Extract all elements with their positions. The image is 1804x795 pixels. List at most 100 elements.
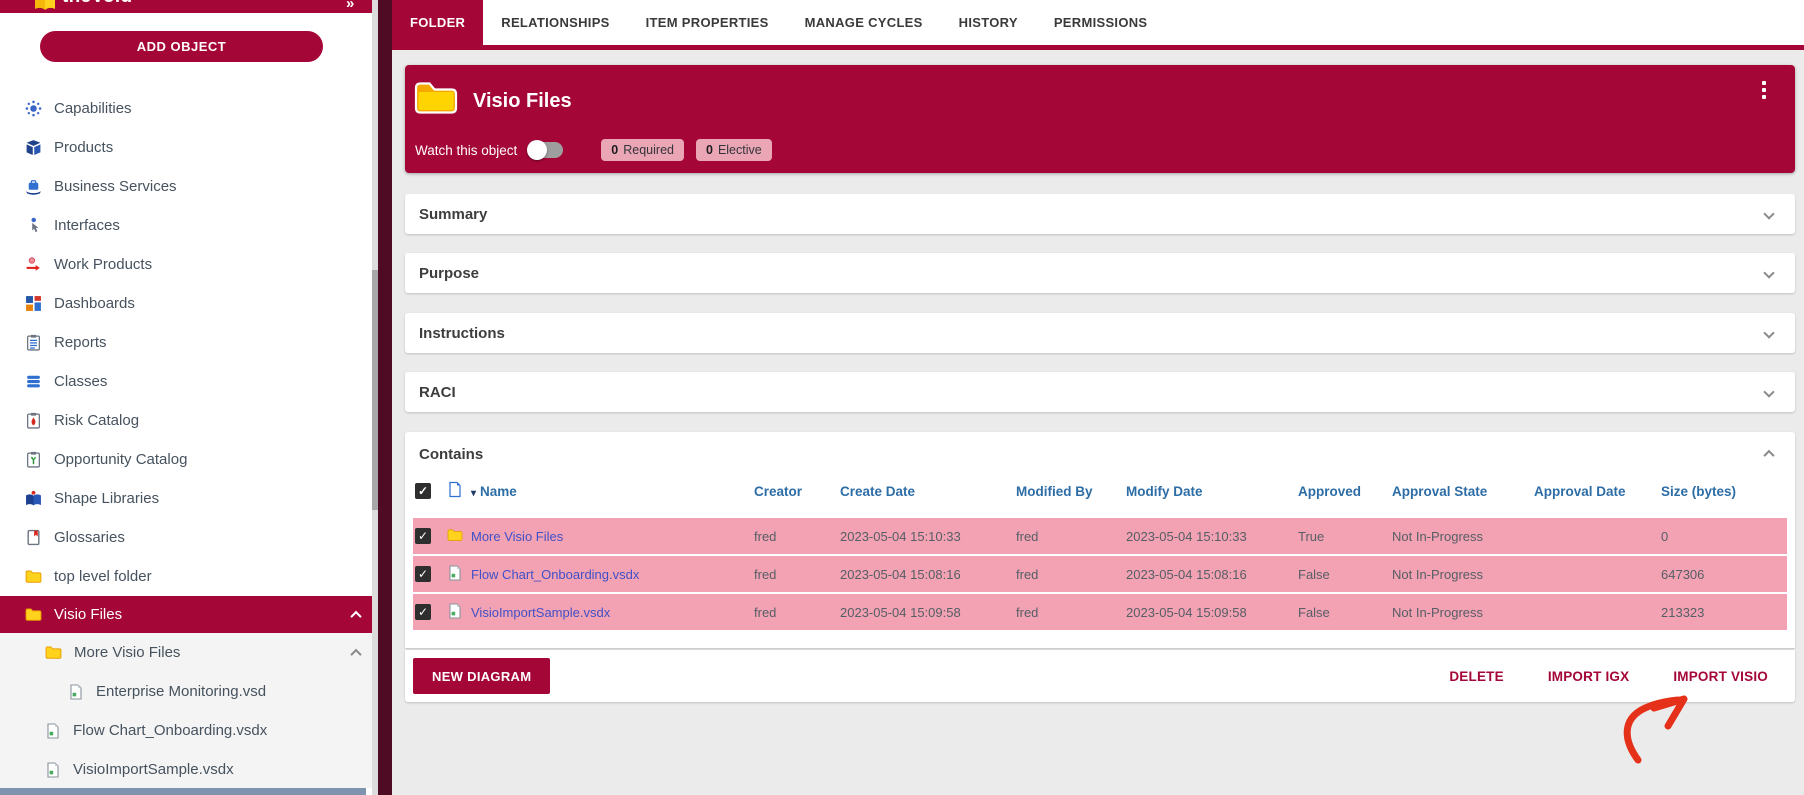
tab-history[interactable]: HISTORY <box>941 0 1036 45</box>
section-instructions[interactable]: Instructions <box>405 313 1795 353</box>
capabilities-icon <box>25 100 42 117</box>
sidebar-item-shape-libraries[interactable]: Shape Libraries <box>0 479 366 518</box>
sidebar-collapse-icon[interactable]: » <box>346 0 354 12</box>
sidebar-item-label: More Visio Files <box>74 644 180 661</box>
sidebar-item-flow-chart-onboarding[interactable]: Flow Chart_Onboarding.vsdx <box>0 711 372 750</box>
sidebar-item-label: Flow Chart_Onboarding.vsdx <box>73 722 267 739</box>
vsdx-file-icon <box>45 723 61 739</box>
add-object-button[interactable]: ADD OBJECT <box>40 31 323 62</box>
row-checkbox[interactable]: ✓ <box>415 566 431 582</box>
section-contains: Contains ✓ ▾Name Creator Create Date Mod… <box>405 432 1795 648</box>
sidebar-horizontal-scrollbar[interactable] <box>0 788 366 795</box>
chevron-down-icon <box>1763 327 1774 338</box>
cell-create-date: 2023-05-04 15:08:16 <box>840 567 1016 582</box>
cell-modified-by: fred <box>1016 567 1126 582</box>
sidebar-item-capabilities[interactable]: Capabilities <box>0 89 366 128</box>
sidebar-item-products[interactable]: Products <box>0 128 366 167</box>
sidebar-item-more-visio-files[interactable]: More Visio Files <box>0 633 372 672</box>
app-logo-text: theVoid <box>62 0 132 8</box>
contains-header[interactable]: Contains <box>413 432 1787 476</box>
section-title: Contains <box>419 446 483 463</box>
cell-modified-by: fred <box>1016 605 1126 620</box>
table-row[interactable]: ✓ Flow Chart_Onboarding.vsdx fred 2023-0… <box>413 556 1787 592</box>
new-diagram-button[interactable]: NEW DIAGRAM <box>413 658 550 694</box>
chevron-up-icon <box>350 648 361 659</box>
sidebar-item-dashboards[interactable]: Dashboards <box>0 284 366 323</box>
table-row[interactable]: ✓ VisioImportSample.vsdx fred 2023-05-04… <box>413 594 1787 630</box>
work-products-icon <box>25 256 42 273</box>
sidebar-item-classes[interactable]: Classes <box>0 362 366 401</box>
sidebar-item-visio-files-selected[interactable]: Visio Files <box>0 596 372 633</box>
sidebar-item-label: Shape Libraries <box>54 490 159 507</box>
vsdx-file-icon <box>447 603 463 619</box>
sidebar-item-label: Enterprise Monitoring.vsd <box>96 683 266 700</box>
object-header-card: Visio Files Watch this object 0 Required… <box>405 65 1795 173</box>
sidebar-item-reports[interactable]: Reports <box>0 323 366 362</box>
sidebar-item-top-level-folder[interactable]: top level folder <box>0 557 366 596</box>
cell-approved: True <box>1298 529 1392 544</box>
sidebar-item-opportunity-catalog[interactable]: Opportunity Catalog <box>0 440 366 479</box>
sidebar-item-label: Products <box>54 139 113 156</box>
section-title: Summary <box>419 206 487 223</box>
sidebar-item-label: VisioImportSample.vsdx <box>73 761 234 778</box>
elective-badge: 0 Elective <box>696 139 772 161</box>
cell-approved: False <box>1298 605 1392 620</box>
column-header-approval-state[interactable]: Approval State <box>1392 484 1534 499</box>
sidebar-subtree: More Visio Files Enterprise Monitoring.v… <box>0 633 372 788</box>
file-type-column-icon <box>447 481 463 498</box>
sort-caret-icon: ▾ <box>471 488 476 499</box>
select-all-checkbox[interactable]: ✓ <box>415 483 431 499</box>
sidebar-item-business-services[interactable]: Business Services <box>0 167 366 206</box>
row-name-link[interactable]: VisioImportSample.vsdx <box>471 605 754 620</box>
sidebar-item-label: Glossaries <box>54 529 125 546</box>
required-badge: 0 Required <box>601 139 684 161</box>
column-header-modified-by[interactable]: Modified By <box>1016 484 1126 499</box>
column-header-name[interactable]: ▾Name <box>471 484 754 499</box>
tab-permissions[interactable]: PERMISSIONS <box>1036 0 1166 45</box>
row-checkbox[interactable]: ✓ <box>415 528 431 544</box>
column-header-creator[interactable]: Creator <box>754 484 840 499</box>
tab-folder[interactable]: FOLDER <box>392 0 483 45</box>
chevron-down-icon <box>1763 208 1774 219</box>
column-header-approved[interactable]: Approved <box>1298 484 1392 499</box>
watch-toggle[interactable] <box>529 142 563 158</box>
row-checkbox[interactable]: ✓ <box>415 604 431 620</box>
watch-object-label: Watch this object <box>415 143 517 158</box>
cell-creator: fred <box>754 529 840 544</box>
section-summary[interactable]: Summary <box>405 194 1795 234</box>
dashboards-icon <box>25 295 42 312</box>
sidebar-item-interfaces[interactable]: Interfaces <box>0 206 366 245</box>
sidebar-item-glossaries[interactable]: Glossaries <box>0 518 366 557</box>
sidebar-divider <box>378 0 392 795</box>
column-header-approval-date[interactable]: Approval Date <box>1534 484 1661 499</box>
sidebar-item-work-products[interactable]: Work Products <box>0 245 366 284</box>
column-header-size[interactable]: Size (bytes) <box>1661 484 1787 499</box>
table-row[interactable]: ✓ More Visio Files fred 2023-05-04 15:10… <box>413 518 1787 554</box>
delete-button[interactable]: DELETE <box>1449 669 1503 684</box>
import-visio-button[interactable]: IMPORT VISIO <box>1673 669 1768 684</box>
row-name-link[interactable]: More Visio Files <box>471 529 754 544</box>
products-icon <box>25 139 42 156</box>
section-raci[interactable]: RACI <box>405 372 1795 412</box>
column-header-create-date[interactable]: Create Date <box>840 484 1016 499</box>
sidebar-item-enterprise-monitoring[interactable]: Enterprise Monitoring.vsd <box>0 672 372 711</box>
section-title: Instructions <box>419 325 505 342</box>
elective-label: Elective <box>718 143 762 157</box>
cell-modify-date: 2023-05-04 15:09:58 <box>1126 605 1298 620</box>
tab-item-properties[interactable]: ITEM PROPERTIES <box>628 0 787 45</box>
tab-bar: FOLDER RELATIONSHIPS ITEM PROPERTIES MAN… <box>392 0 1804 50</box>
sidebar-item-risk-catalog[interactable]: Risk Catalog <box>0 401 366 440</box>
kebab-menu-icon[interactable] <box>1759 78 1769 102</box>
section-purpose[interactable]: Purpose <box>405 253 1795 293</box>
sidebar-item-visioimportsample[interactable]: VisioImportSample.vsdx <box>0 750 372 789</box>
sidebar-item-label: Classes <box>54 373 107 390</box>
column-header-modify-date[interactable]: Modify Date <box>1126 484 1298 499</box>
chevron-up-icon <box>1763 450 1774 461</box>
book-logo-icon <box>34 0 56 12</box>
tab-manage-cycles[interactable]: MANAGE CYCLES <box>787 0 941 45</box>
tab-relationships[interactable]: RELATIONSHIPS <box>483 0 627 45</box>
cell-modify-date: 2023-05-04 15:10:33 <box>1126 529 1298 544</box>
import-igx-button[interactable]: IMPORT IGX <box>1548 669 1630 684</box>
row-name-link[interactable]: Flow Chart_Onboarding.vsdx <box>471 567 754 582</box>
sidebar-item-label: Opportunity Catalog <box>54 451 187 468</box>
